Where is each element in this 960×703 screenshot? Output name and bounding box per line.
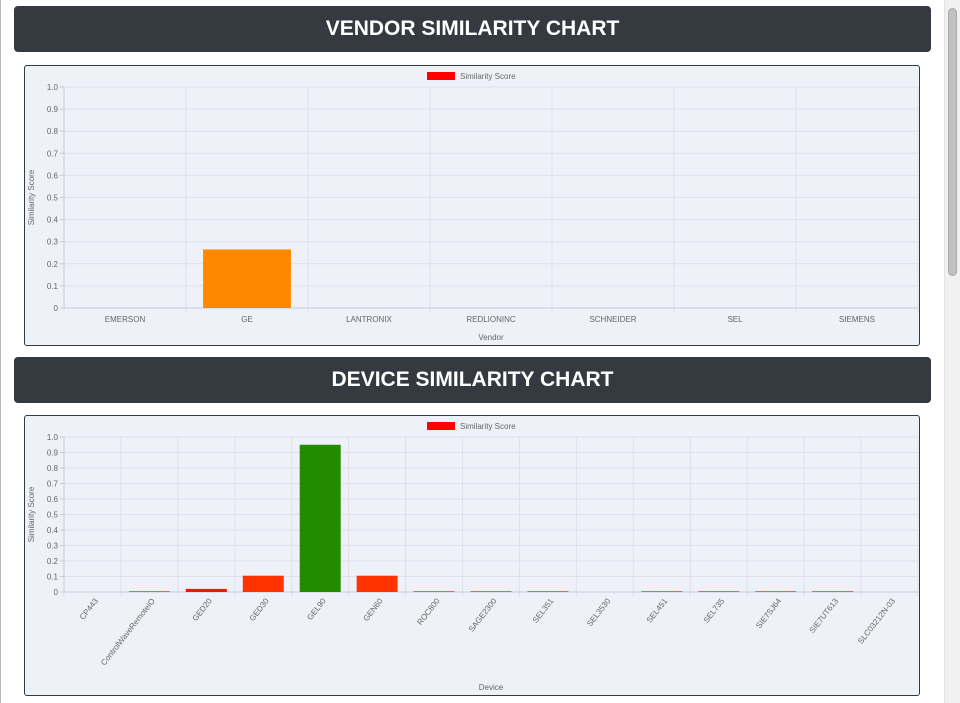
y-tick-label: 0.3: [47, 542, 59, 551]
y-tick-label: 0.6: [47, 171, 59, 180]
y-axis-title: Similarity Score: [27, 486, 36, 542]
y-tick-label: 0.1: [47, 282, 59, 291]
y-tick-label: 0: [54, 588, 59, 597]
x-tick-label: SIE7SJ64: [754, 596, 783, 630]
bar: [470, 591, 512, 592]
x-tick-label: CP443: [78, 596, 100, 621]
x-tick-label: LANTRONIX: [346, 315, 392, 324]
y-tick-label: 0.5: [47, 511, 59, 520]
y-tick-label: 0.6: [47, 495, 59, 504]
x-tick-label: SAGE2300: [467, 596, 499, 634]
y-tick-label: 0.5: [47, 194, 59, 203]
y-tick-label: 1.0: [47, 433, 59, 442]
y-tick-label: 0.3: [47, 238, 59, 247]
legend-label: Similarity Score: [460, 72, 516, 81]
x-axis-title: Vendor: [478, 333, 504, 342]
bar: [698, 591, 740, 592]
y-tick-label: 0.9: [47, 449, 59, 458]
vendor-similarity-chart: Similarity Score 0 0.1 0.2 0.3 0.4 0.5 0.6 0.7 0.…: [27, 72, 919, 342]
bar: [356, 575, 398, 592]
device-similarity-chart: Similarity Score 0 0.1 0.2 0.3 0.4 0.5 0.6 0.7 0.…: [27, 422, 919, 692]
legend-label: Similarity Score: [460, 422, 516, 431]
y-axis-title: Similarity Score: [27, 169, 36, 225]
vendor-chart-panel: Similarity Score 0 0.1 0.2 0.3 0.4 0.5 0.6 0.7 0.…: [24, 65, 920, 346]
x-tick-label: SEL735: [702, 596, 727, 624]
y-tick-label: 0.1: [47, 573, 59, 582]
y-tick-label: 0.8: [47, 127, 59, 136]
x-tick-label: GE: [241, 315, 253, 324]
bar: [185, 588, 227, 592]
x-tick-label: GED30: [248, 596, 272, 623]
legend-swatch: [427, 422, 455, 430]
vendor-chart-title: VENDOR SIMILARITY CHART: [325, 17, 620, 40]
y-tick-label: 0.7: [47, 149, 59, 158]
x-tick-label: REDLIONINC: [466, 315, 516, 324]
x-tick-label: GEL90: [305, 596, 328, 622]
y-tick-label: 0.8: [47, 464, 59, 473]
device-chart-header: DEVICE SIMILARITY CHART: [14, 357, 931, 403]
x-tick-label: GEN60: [361, 596, 385, 623]
x-axis-title: Device: [479, 683, 504, 692]
x-tick-label: SEL3530: [585, 596, 613, 628]
bar: [641, 591, 683, 592]
legend-swatch: [427, 72, 455, 80]
x-tick-label: ROC800: [415, 596, 442, 627]
y-tick-label: 0.4: [47, 526, 59, 535]
bar: [203, 249, 291, 308]
x-tick-label: GED20: [191, 596, 215, 623]
y-tick-label: 1.0: [47, 83, 59, 92]
x-tick-label: SIE7UT613: [808, 596, 841, 635]
x-tick-label: SLC03212N-03: [856, 596, 897, 645]
scrollbar-thumb[interactable]: [948, 8, 957, 276]
bar: [299, 444, 341, 592]
x-tick-label: SEL351: [531, 596, 556, 624]
x-tick-label: SEL451: [645, 596, 670, 624]
bar: [413, 591, 455, 592]
y-tick-label: 0.9: [47, 105, 59, 114]
y-tick-label: 0: [54, 304, 59, 313]
x-tick-label: ControlWaveRemoteIO: [99, 597, 157, 667]
bar: [755, 591, 797, 592]
vendor-chart-header: VENDOR SIMILARITY CHART: [14, 6, 931, 52]
bar: [128, 591, 170, 592]
x-tick-label: SEL: [727, 315, 743, 324]
y-tick-label: 0.2: [47, 557, 59, 566]
x-tick-label: SCHNEIDER: [589, 315, 636, 324]
x-tick-label: EMERSON: [105, 315, 146, 324]
bar: [242, 575, 284, 592]
x-tick-label: SIEMENS: [839, 315, 875, 324]
bar: [812, 591, 854, 592]
y-tick-label: 0.2: [47, 260, 59, 269]
vertical-scrollbar[interactable]: [944, 0, 960, 703]
y-tick-label: 0.4: [47, 216, 59, 225]
device-chart-title: DEVICE SIMILARITY CHART: [331, 368, 614, 391]
device-chart-panel: Similarity Score 0 0.1 0.2 0.3 0.4 0.5 0.6 0.7 0.…: [24, 415, 920, 696]
y-tick-label: 0.7: [47, 480, 59, 489]
bar: [527, 591, 569, 592]
